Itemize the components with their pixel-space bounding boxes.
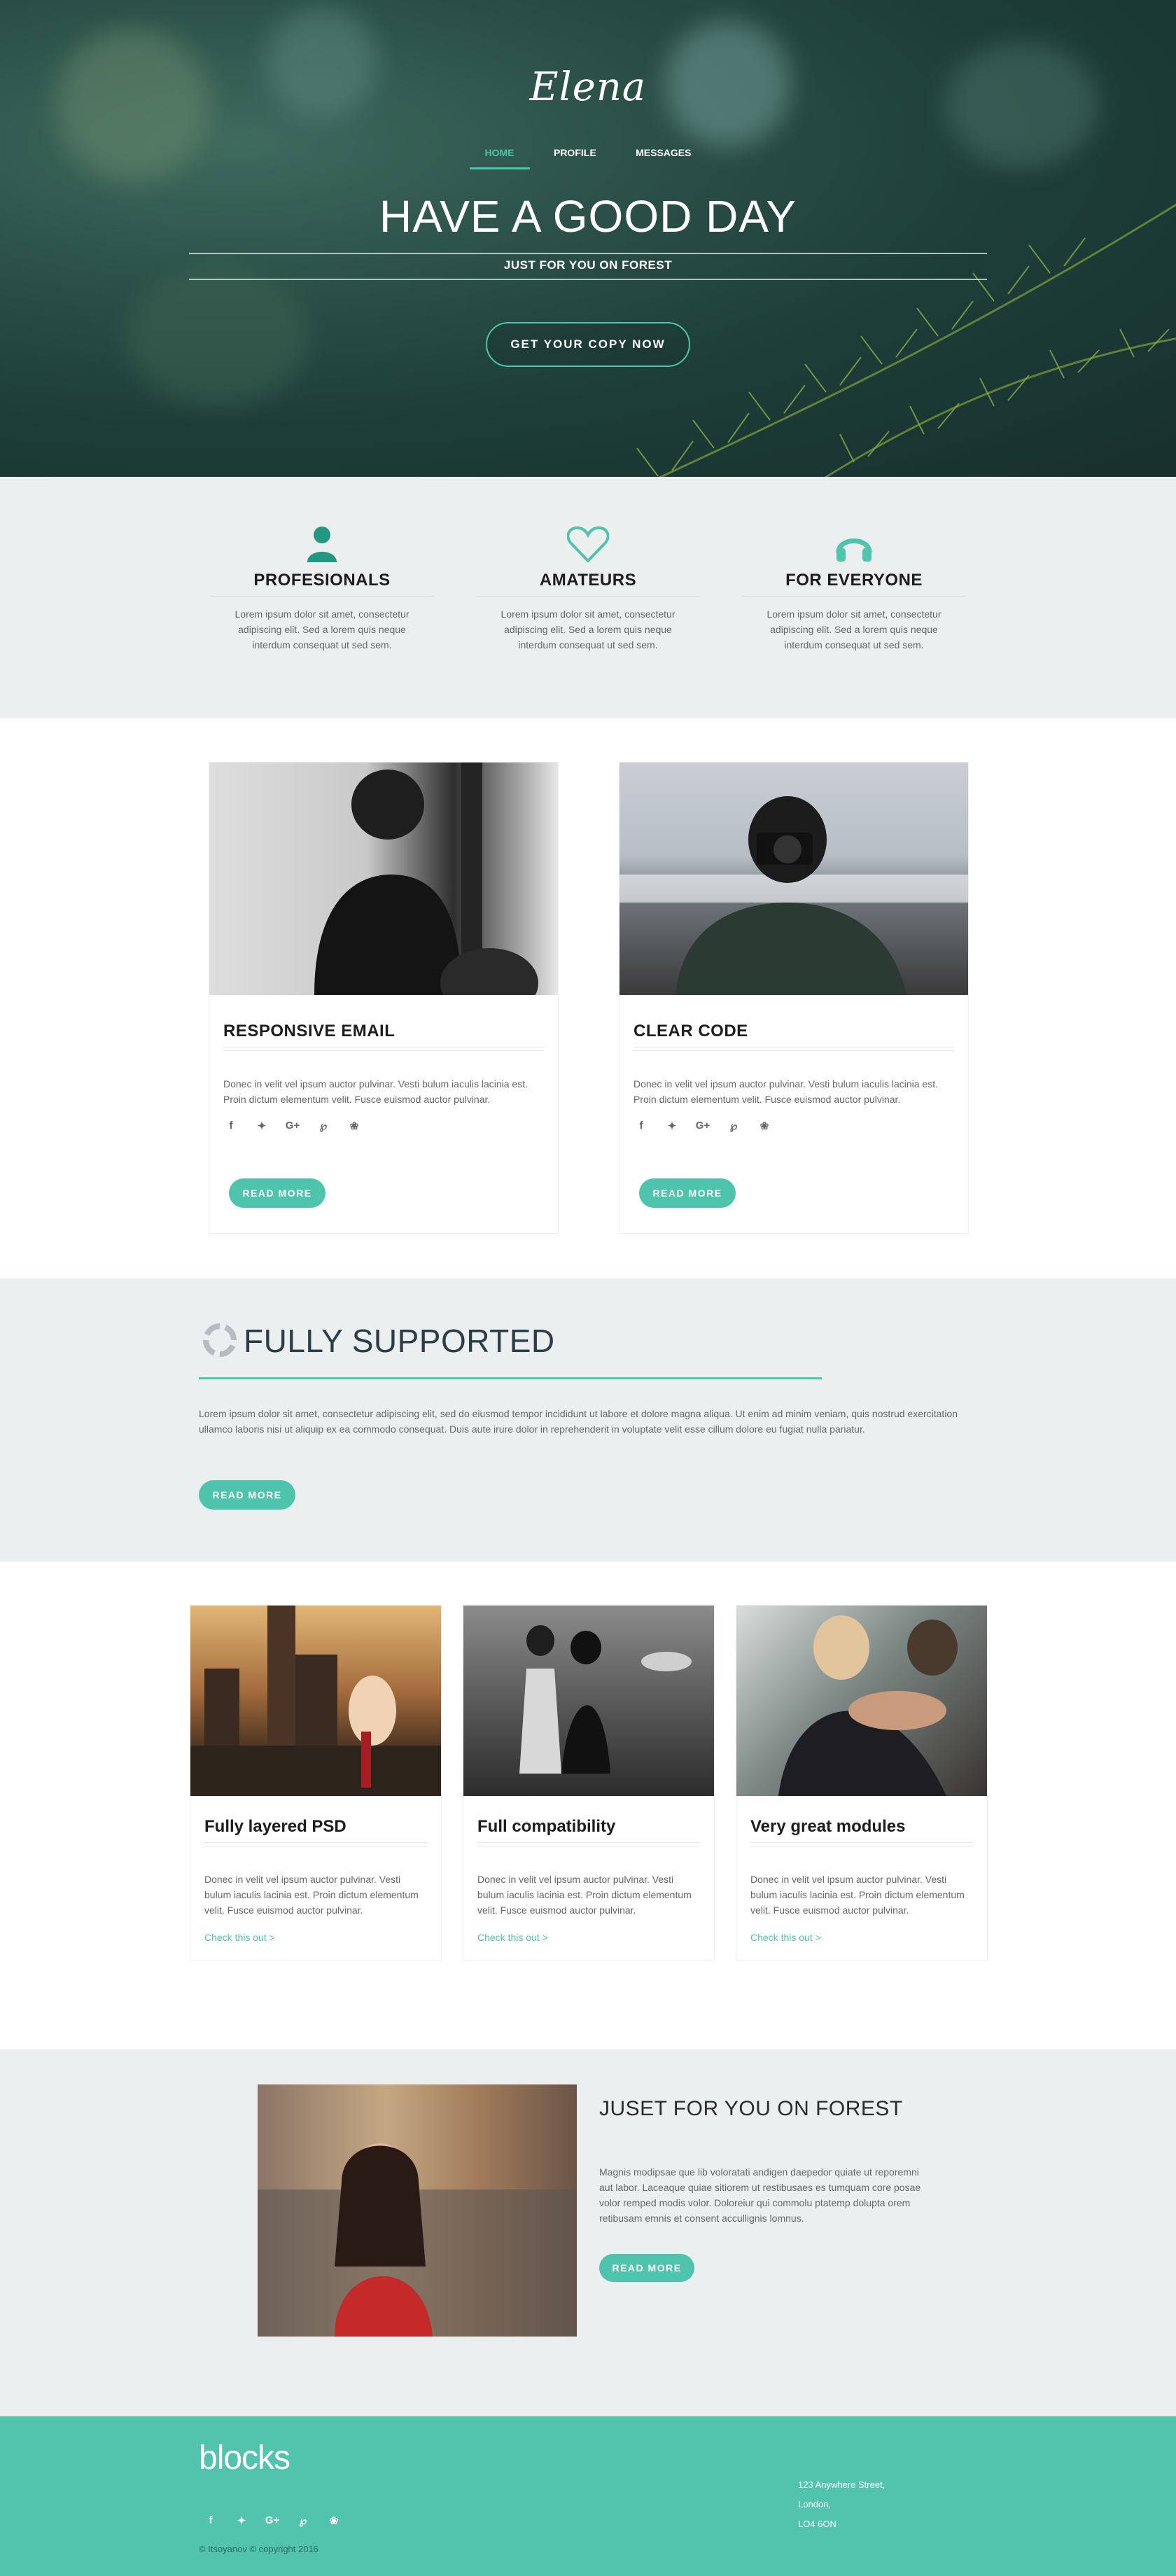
card-image-city-couple	[190, 1606, 441, 1796]
card-text: Donec in velit vel ipsum auctor pulvinar…	[634, 1078, 938, 1105]
card-title: Fully layered PSD	[204, 1817, 346, 1836]
nav-home[interactable]: HOME	[469, 147, 530, 169]
section-title: FULLY SUPPORTED	[244, 1323, 555, 1359]
fully-supported-section: FULLY SUPPORTED Lorem ipsum dolor sit am…	[0, 1279, 1176, 1561]
hero-section: Elena HOME PROFILE MESSAGES HAVE A GOOD …	[0, 0, 1176, 477]
feature-amateurs: AMATEURS Lorem ipsum dolor sit amet, con…	[476, 520, 700, 653]
facebook-icon[interactable]: f	[223, 1120, 239, 1132]
address-line: London,	[798, 2499, 831, 2509]
pinterest-icon[interactable]: ℘	[726, 1120, 741, 1132]
card-clear-code: CLEAR CODE Donec in velit vel ipsum auct…	[619, 762, 969, 1234]
card-image-wedding-hug	[736, 1606, 987, 1796]
logo[interactable]: Elena	[0, 64, 1176, 110]
hero-divider-bottom	[189, 279, 987, 280]
read-more-button[interactable]: READ MORE	[639, 1178, 736, 1208]
card-great-modules: Very great modules Donec in velit vel ip…	[736, 1605, 988, 1961]
highlights-section: RESPONSIVE EMAIL Donec in velit vel ipsu…	[0, 718, 1176, 1279]
nav-messages[interactable]: MESSAGES	[636, 147, 691, 169]
hero-divider-top	[189, 253, 987, 254]
twitter-icon[interactable]: ✦	[664, 1120, 680, 1132]
hero-title: HAVE A GOOD DAY	[379, 191, 797, 242]
feature-title: AMATEURS	[539, 571, 637, 590]
read-more-button[interactable]: READ MORE	[229, 1178, 326, 1208]
card-image-photographer	[620, 763, 968, 995]
card-title: RESPONSIVE EMAIL	[223, 1022, 396, 1040]
read-more-button[interactable]: READ MORE	[599, 2254, 694, 2282]
facebook-icon[interactable]: f	[203, 2514, 218, 2527]
footer-brand[interactable]: blocks	[199, 2439, 290, 2477]
heart-icon	[476, 520, 700, 562]
dribbble-icon[interactable]: ❀	[346, 1120, 362, 1132]
footer: blocks f ✦ G+ ℘ ❀ © Itsoyanov © copyrigh…	[0, 2416, 1176, 2576]
check-this-out-link[interactable]: Check this out >	[204, 1932, 275, 1943]
card-title: Full compatibility	[477, 1817, 616, 1836]
hero-subtitle: JUST FOR YOU ON FOREST	[503, 258, 673, 272]
card-text: Donec in velit vel ipsum auctor pulvinar…	[204, 1874, 419, 1916]
headphones-icon	[742, 520, 966, 562]
section-underline	[199, 1377, 822, 1379]
check-this-out-link[interactable]: Check this out >	[477, 1932, 548, 1943]
google-plus-icon[interactable]: G+	[695, 1120, 710, 1132]
card-text: Donec in velit vel ipsum auctor pulvinar…	[477, 1874, 692, 1916]
card-text: Donec in velit vel ipsum auctor pulvinar…	[750, 1874, 965, 1916]
card-social-links: f ✦ G+ ℘ ❀	[223, 1120, 362, 1132]
dribbble-icon[interactable]: ❀	[326, 2514, 342, 2527]
card-responsive-email: RESPONSIVE EMAIL Donec in velit vel ipsu…	[209, 762, 559, 1234]
user-icon	[210, 520, 434, 562]
google-plus-icon[interactable]: G+	[265, 2514, 280, 2527]
get-copy-button[interactable]: GET YOUR COPY NOW	[486, 322, 690, 367]
copyright: © Itsoyanov © copyright 2016	[199, 2544, 318, 2554]
forest-image-woman	[258, 2084, 577, 2337]
feature-for-everyone: FOR EVERYONE Lorem ipsum dolor sit amet,…	[742, 520, 966, 653]
features-section: PROFESIONALS Lorem ipsum dolor sit amet,…	[0, 477, 1176, 718]
twitter-icon[interactable]: ✦	[234, 2514, 249, 2527]
card-full-compatibility: Full compatibility Donec in velit vel ip…	[463, 1605, 715, 1961]
pinterest-icon[interactable]: ℘	[295, 2514, 311, 2527]
card-title: Very great modules	[750, 1817, 906, 1836]
dribbble-icon[interactable]: ❀	[757, 1120, 772, 1132]
facebook-icon[interactable]: f	[634, 1120, 649, 1132]
card-social-links: f ✦ G+ ℘ ❀	[634, 1120, 772, 1132]
lifebuoy-icon	[203, 1323, 237, 1357]
nav-profile[interactable]: PROFILE	[554, 147, 596, 169]
card-text: Donec in velit vel ipsum auctor pulvinar…	[223, 1078, 528, 1105]
check-this-out-link[interactable]: Check this out >	[750, 1932, 821, 1943]
read-more-button[interactable]: READ MORE	[199, 1480, 295, 1510]
feature-title: FOR EVERYONE	[785, 571, 923, 590]
twitter-icon[interactable]: ✦	[254, 1120, 270, 1132]
pinterest-icon[interactable]: ℘	[316, 1120, 331, 1132]
feature-text: Lorem ipsum dolor sit amet, consectetur …	[234, 608, 410, 650]
google-plus-icon[interactable]: G+	[285, 1120, 300, 1132]
feature-title: PROFESIONALS	[253, 571, 391, 590]
forest-title: JUSET FOR YOU ON FOREST	[599, 2097, 903, 2120]
card-image-rain-street	[463, 1606, 714, 1796]
address-line: 123 Anywhere Street,	[798, 2479, 886, 2490]
address-line: LO4 6ON	[798, 2519, 836, 2529]
feature-professionals: PROFESIONALS Lorem ipsum dolor sit amet,…	[210, 520, 434, 653]
page: Elena HOME PROFILE MESSAGES HAVE A GOOD …	[0, 0, 1176, 2576]
footer-address: 123 Anywhere Street, London, LO4 6ON	[798, 2475, 885, 2534]
section-text: Lorem ipsum dolor sit amet, consectetur …	[199, 1408, 958, 1435]
card-image-guitar-woman	[209, 763, 558, 995]
main-nav: HOME PROFILE MESSAGES	[0, 147, 1176, 169]
forest-section: JUSET FOR YOU ON FOREST Magnis modipsae …	[0, 2049, 1176, 2416]
card-layered-psd: Fully layered PSD Donec in velit vel ips…	[190, 1605, 442, 1961]
feature-text: Lorem ipsum dolor sit amet, consectetur …	[766, 608, 941, 650]
forest-text: Magnis modipsae que lib voloratati andig…	[599, 2166, 921, 2224]
feature-text: Lorem ipsum dolor sit amet, consectetur …	[500, 608, 676, 650]
footer-social-links: f ✦ G+ ℘ ❀	[203, 2514, 342, 2527]
card-title: CLEAR CODE	[634, 1022, 748, 1040]
modules-section: Fully layered PSD Donec in velit vel ips…	[0, 1561, 1176, 2049]
